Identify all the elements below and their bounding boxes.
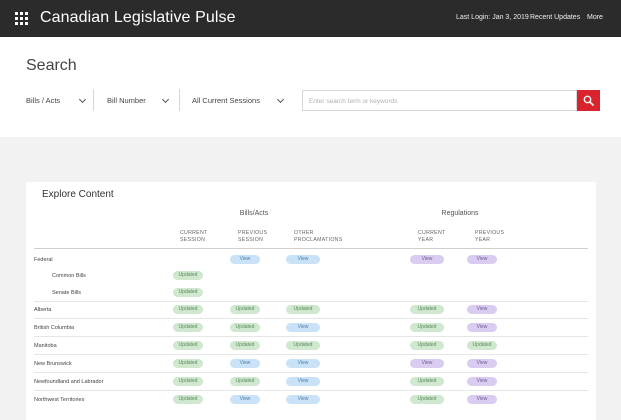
updated-badge[interactable]: Updated	[230, 323, 260, 332]
view-button[interactable]: View	[467, 255, 497, 264]
app-title: Canadian Legislative Pulse	[40, 9, 236, 26]
group-header-regulations: Regulations	[441, 210, 479, 217]
view-button[interactable]: View	[230, 255, 260, 264]
updated-badge[interactable]: Updated	[230, 341, 260, 350]
updated-badge[interactable]: Updated	[230, 377, 260, 386]
updated-badge[interactable]: Updated	[173, 395, 203, 404]
updated-badge[interactable]: Updated	[173, 305, 203, 314]
table-row: Alberta Updated Updated Updated Updated View	[34, 301, 588, 319]
view-button[interactable]: View	[286, 255, 320, 264]
table-row: British Columbia Updated Updated View Update…	[34, 319, 588, 337]
explore-title: Explore Content	[42, 189, 114, 200]
view-button[interactable]: View	[286, 359, 320, 368]
group-header-bills: Bills/Acts	[239, 210, 269, 217]
chevron-down-icon	[161, 95, 170, 104]
updated-badge[interactable]: Updated	[173, 341, 203, 350]
chevron-down-icon	[78, 95, 87, 104]
row-label: Newfoundland and Labrador	[34, 379, 104, 385]
updated-badge[interactable]: Updated	[410, 323, 444, 332]
search-panel: Search Bills / Acts Bill Number All Curr…	[0, 37, 621, 137]
row-label: New Brunswick	[34, 361, 72, 367]
view-button[interactable]: View	[230, 359, 260, 368]
grid-menu-icon[interactable]	[15, 12, 28, 25]
updated-badge[interactable]: Updated	[410, 341, 444, 350]
view-button[interactable]: View	[467, 323, 497, 332]
column-header-previous-session: PREVIOUS SESSION	[238, 230, 268, 243]
updated-badge[interactable]: Updated	[467, 341, 497, 350]
top-bar: Canadian Legislative Pulse Last Login: J…	[0, 0, 621, 37]
chevron-down-icon	[276, 95, 285, 104]
updated-badge[interactable]: Updated	[410, 395, 444, 404]
row-label: Common Bills	[52, 273, 86, 279]
bill-field-label: Bill Number	[107, 96, 146, 105]
session-label: All Current Sessions	[192, 96, 260, 105]
explore-content-card: Explore Content Bills/Acts Regulations C…	[26, 182, 596, 420]
search-icon	[583, 95, 594, 106]
column-header-current-session: CURRENT SESSION	[180, 230, 208, 243]
header-divider	[34, 248, 588, 249]
search-button[interactable]	[577, 90, 600, 111]
bill-type-label: Bills / Acts	[26, 96, 61, 105]
table-row: Common Bills Updated	[34, 267, 588, 285]
updated-badge[interactable]: Updated	[410, 377, 444, 386]
bill-field-dropdown[interactable]: Bill Number	[107, 89, 180, 111]
row-label: Manitoba	[34, 343, 57, 349]
view-button[interactable]: View	[467, 395, 497, 404]
row-label: Federal	[34, 257, 53, 263]
updated-badge[interactable]: Updated	[286, 341, 320, 350]
updated-badge[interactable]: Updated	[173, 359, 203, 368]
more-menu[interactable]: More	[587, 14, 603, 21]
view-button[interactable]: View	[467, 359, 497, 368]
updated-badge[interactable]: Updated	[410, 305, 444, 314]
session-dropdown[interactable]: All Current Sessions	[192, 89, 293, 111]
bill-type-dropdown[interactable]: Bills / Acts	[26, 89, 94, 111]
column-header-other-proclamations: OTHER PROCLAMATIONS	[294, 230, 343, 243]
last-login-link[interactable]: Last Login: Jan 3, 2019	[456, 14, 529, 21]
view-button[interactable]: View	[410, 255, 444, 264]
search-title: Search	[26, 57, 77, 74]
column-header-previous-year: PREVIOUS YEAR	[475, 230, 505, 243]
view-button[interactable]: View	[286, 323, 320, 332]
view-button[interactable]: View	[286, 377, 320, 386]
updated-badge[interactable]: Updated	[173, 271, 203, 280]
search-input[interactable]	[309, 95, 569, 107]
table-row: Northwest Territories Updated View View Upda…	[34, 391, 588, 409]
view-button[interactable]: View	[467, 377, 497, 386]
column-header-current-year: CURRENT YEAR	[418, 230, 446, 243]
updated-badge[interactable]: Updated	[286, 305, 320, 314]
search-box	[302, 90, 577, 111]
view-button[interactable]: View	[230, 395, 260, 404]
recent-updates-link[interactable]: Recent Updates	[530, 14, 580, 21]
row-label: Northwest Territories	[34, 397, 85, 403]
table-row: Manitoba Updated Updated Updated Updated Upda…	[34, 337, 588, 355]
updated-badge[interactable]: Updated	[173, 377, 203, 386]
row-label: Alberta	[34, 307, 52, 313]
updated-badge[interactable]: Updated	[173, 323, 203, 332]
view-button[interactable]: View	[286, 395, 320, 404]
table-row: Senate Bills Updated	[34, 284, 588, 302]
row-label: British Columbia	[34, 325, 75, 331]
updated-badge[interactable]: Updated	[230, 305, 260, 314]
view-button[interactable]: View	[410, 359, 444, 368]
updated-badge[interactable]: Updated	[173, 288, 203, 297]
row-label: Senate Bills	[52, 290, 82, 296]
table-row: New Brunswick Updated View View View View	[34, 355, 588, 373]
table-row: Newfoundland and Labrador Updated Updated V…	[34, 373, 588, 391]
view-button[interactable]: View	[467, 305, 497, 314]
